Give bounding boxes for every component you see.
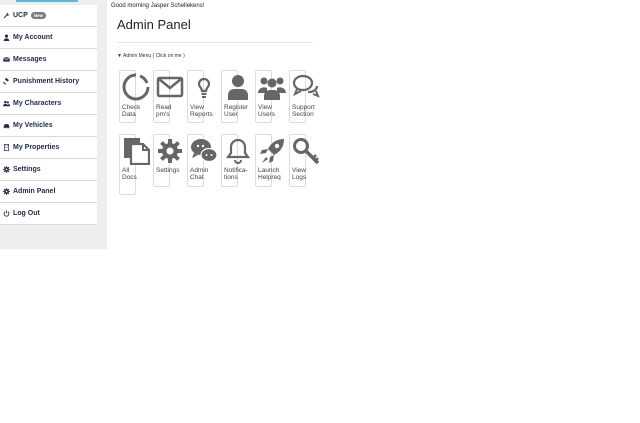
sidebar-item-my-properties[interactable]: My Properties: [0, 137, 97, 159]
key-icon: [292, 137, 320, 165]
user-icon: [3, 34, 10, 41]
sidebar-item-label: My Vehicles: [13, 122, 53, 129]
sidebar-nav: UCP New My Account Messages Punishment H…: [0, 5, 97, 225]
admin-menu-toggle[interactable]: ▼ Admin Menu ( Click on me ): [117, 53, 185, 59]
launch-helpreq-tile[interactable]: Launch Helpreq: [255, 134, 284, 187]
view-users-tile[interactable]: View Users: [255, 70, 286, 123]
view-logs-tile[interactable]: View Logs: [289, 134, 320, 187]
sidebar-item-admin-panel[interactable]: Admin Panel: [0, 181, 97, 203]
gear-icon: [3, 166, 10, 173]
users-icon: [258, 73, 286, 101]
gear-icon: [3, 188, 10, 195]
page-title: Admin Panel: [117, 17, 191, 32]
title-divider: [117, 42, 313, 43]
sidebar-item-messages[interactable]: Messages: [0, 49, 97, 71]
files-icon: [122, 137, 150, 165]
car-icon: [3, 122, 10, 129]
sidebar-item-label: Admin Panel: [13, 188, 56, 195]
sidebar-item-settings[interactable]: Settings: [0, 159, 97, 181]
support-section-tile[interactable]: Support Section: [289, 70, 320, 123]
sidebar-item-label: UCP: [13, 12, 28, 19]
sidebar-item-log-out[interactable]: Log Out: [0, 203, 97, 225]
sidebar-item-my-characters[interactable]: My Characters: [0, 93, 97, 115]
tile-label: Support Section: [292, 104, 315, 118]
sidebar-item-my-vehicles[interactable]: My Vehicles: [0, 115, 97, 137]
user-icon: [224, 73, 252, 101]
admin-chat-tile[interactable]: Admin Chat: [187, 134, 218, 187]
sidebar-item-label: My Account: [13, 34, 53, 41]
view-reports-tile[interactable]: View Reports: [187, 70, 213, 123]
sidebar-item-label: Settings: [13, 166, 41, 173]
sidebar-item-label: Punishment History: [13, 78, 80, 85]
sidebar-item-label: My Properties: [13, 144, 60, 151]
lightbulb-icon: [190, 73, 218, 101]
users-icon: [3, 100, 10, 107]
envelope-icon: [3, 56, 10, 63]
circle-notch-icon: [122, 73, 150, 101]
check-data-tile[interactable]: Check Data: [119, 70, 150, 123]
tile-label: View Logs: [292, 167, 307, 181]
rocket-icon: [258, 137, 286, 165]
envelope-icon: [156, 73, 184, 101]
building-icon: [3, 144, 10, 151]
gear-icon: [156, 137, 184, 165]
wrench-icon: [3, 12, 10, 19]
sidebar-item-label: Messages: [13, 56, 47, 63]
sidebar-item-label: My Characters: [13, 100, 62, 107]
notifications-tile[interactable]: Notifica-tions: [221, 134, 251, 187]
bell-icon: [224, 137, 252, 165]
power-icon: [3, 210, 10, 217]
settings-tile[interactable]: Settings: [153, 134, 182, 187]
read-pms-tile[interactable]: Read pm's: [153, 70, 184, 123]
sidebar: UCP New My Account Messages Punishment H…: [0, 0, 107, 249]
sidebar-item-label: Log Out: [13, 210, 40, 217]
greeting-text: Good morning Jasper Schellekens!: [111, 3, 205, 9]
chat-icon: [190, 137, 218, 165]
sidebar-item-punishment-history[interactable]: Punishment History: [0, 71, 97, 93]
sidebar-item-ucp[interactable]: UCP New: [0, 5, 97, 27]
sidebar-item-my-account[interactable]: My Account: [0, 27, 97, 49]
new-badge: New: [30, 12, 47, 19]
comments-icon: [292, 73, 320, 101]
all-docs-tile[interactable]: All Docs: [119, 134, 150, 195]
register-user-tile[interactable]: Register User: [221, 70, 248, 123]
gavel-icon: [3, 78, 10, 85]
sidebar-top-accent: [16, 0, 78, 2]
